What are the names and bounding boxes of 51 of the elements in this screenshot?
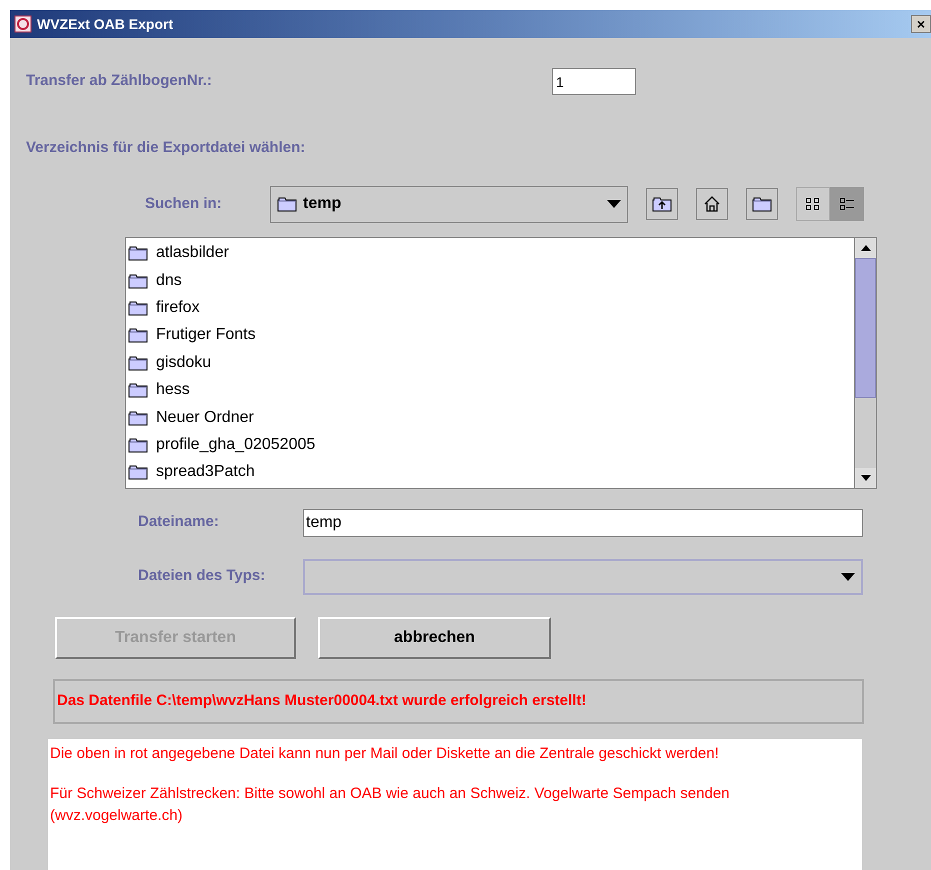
home-button[interactable] bbox=[696, 188, 728, 220]
note-text: Für Schweizer Zählstrecken: Bitte sowohl an OAB wie auch an Schweiz. Vogelwarte Sempach senden (wvz.vogelwarte.ch) bbox=[50, 784, 731, 826]
new-folder-icon bbox=[752, 196, 772, 212]
folder-item[interactable]: gisdoku bbox=[128, 349, 854, 376]
scroll-down-icon bbox=[860, 474, 870, 480]
folder-item[interactable]: dns bbox=[128, 266, 854, 294]
folder-item[interactable]: spread3Patch bbox=[128, 458, 854, 486]
folder-icon bbox=[128, 272, 148, 289]
view-toggle[interactable] bbox=[796, 187, 830, 221]
folder-icon bbox=[128, 327, 148, 344]
list-view-icon bbox=[839, 196, 855, 212]
folder-item[interactable]: hess bbox=[128, 376, 854, 404]
close-button[interactable]: × bbox=[911, 15, 931, 33]
directory-label: Verzeichnis für die Exportdatei wählen: bbox=[26, 138, 306, 158]
look-in-label: Suchen in: bbox=[145, 194, 223, 214]
scroll-up-icon bbox=[860, 244, 870, 250]
look-in-value: temp bbox=[303, 194, 342, 214]
action-button[interactable]: abbrechen bbox=[318, 616, 551, 658]
dropdown-arrow-icon bbox=[841, 572, 855, 580]
start-number-field[interactable]: 1 bbox=[552, 68, 636, 95]
folder-icon bbox=[128, 382, 148, 398]
look-in-dropdown[interactable]: temp bbox=[270, 186, 628, 222]
folder-icon bbox=[128, 354, 148, 371]
view-toggle[interactable] bbox=[830, 187, 864, 221]
folder-icon bbox=[128, 436, 148, 453]
folder-icon bbox=[128, 410, 148, 426]
folder-icon bbox=[128, 464, 148, 480]
app-logo-icon bbox=[14, 15, 32, 33]
folder-item[interactable]: atlasbilder bbox=[128, 240, 854, 267]
folder-item[interactable]: profile_gha_02052005 bbox=[128, 431, 854, 459]
folder-icon bbox=[128, 300, 148, 316]
home-icon bbox=[703, 195, 721, 213]
up-folder-icon bbox=[652, 196, 672, 212]
folder-icon bbox=[128, 245, 148, 262]
dropdown-arrow-icon bbox=[607, 200, 621, 208]
note-text: Die oben in rot angegebene Datei kann nun per Mail oder Diskette an die Zentrale geschickt werden! bbox=[50, 744, 720, 764]
folder-item[interactable]: firefox bbox=[128, 294, 854, 322]
scroll-thumb[interactable] bbox=[855, 258, 876, 398]
file-type-label: Dateien des Typs: bbox=[138, 566, 266, 586]
folder-item[interactable]: Frutiger Fonts bbox=[128, 322, 854, 350]
icon-view-icon bbox=[805, 196, 821, 212]
window-title: WVZExt OAB Export bbox=[37, 14, 174, 34]
up-folder-button[interactable] bbox=[646, 188, 678, 220]
file-name-label: Dateiname: bbox=[138, 512, 220, 532]
scrollbar[interactable] bbox=[854, 238, 876, 488]
status-message: Das Datenfile C:\temp\wvzHans Muster00004.txt wurde erfolgreich erstellt! bbox=[57, 690, 586, 711]
file-name-field[interactable]: temp bbox=[303, 508, 863, 536]
folder-item[interactable]: Neuer Ordner bbox=[128, 404, 854, 432]
new-folder-button[interactable] bbox=[746, 188, 778, 220]
start-number-label: Transfer ab ZählbogenNr.: bbox=[26, 71, 213, 92]
folder-icon bbox=[277, 196, 297, 212]
